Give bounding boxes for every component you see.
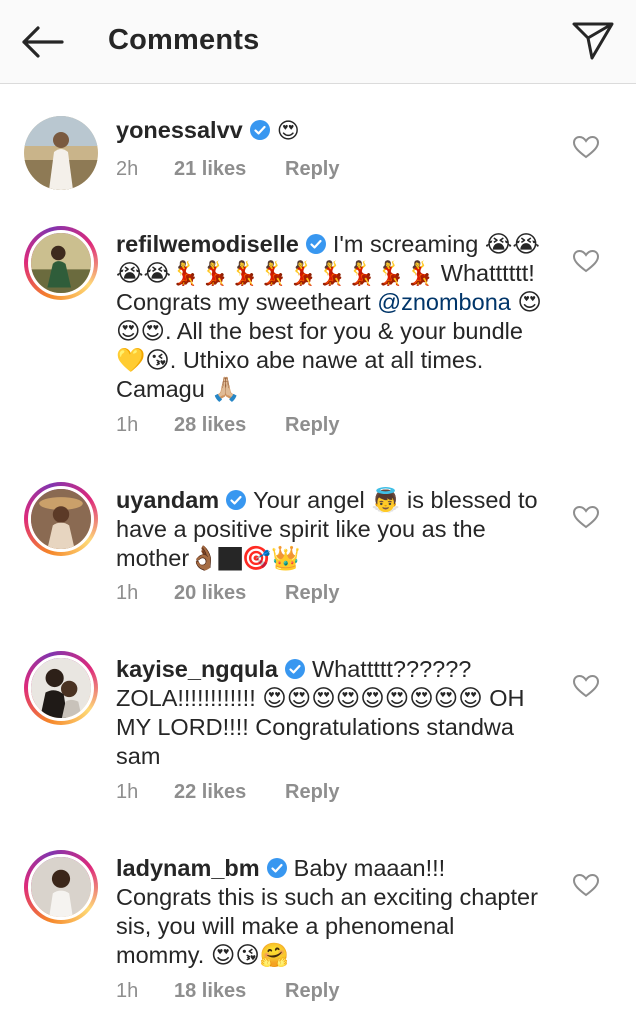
comment-body: refilwemodiselle I'm screaming 😭😭😭😭💃💃💃💃💃💃… [116,230,546,404]
timestamp: 1h [116,414,139,436]
username[interactable]: ladynam_bm [116,855,260,881]
heart-outline-icon[interactable] [572,134,600,160]
avatar[interactable] [24,226,98,300]
likes-count[interactable]: 22 likes [174,781,285,804]
comment-body: yonessalvv 😍 [116,116,546,146]
heart-outline-icon[interactable] [572,248,600,274]
avatar[interactable] [24,651,98,725]
likes-count[interactable]: 28 likes [174,414,285,437]
avatar[interactable] [24,116,98,190]
username[interactable]: yonessalvv [116,117,243,143]
verified-badge-icon [266,857,288,879]
username[interactable]: uyandam [116,487,219,513]
comment-body: kayise_ngqula Whattttt?????? ZOLA!!!!!!!!… [116,655,546,771]
comment-meta: 1h 18 likes Reply [116,980,339,1003]
verified-badge-icon [305,233,327,255]
avatar[interactable] [24,850,98,924]
top-bar: Comments [0,0,636,84]
verified-badge-icon [284,658,306,680]
avatar[interactable] [24,482,98,556]
comment-text: 😍 [276,119,300,144]
heart-outline-icon[interactable] [572,504,600,530]
comment-meta: 1h 28 likes Reply [116,414,339,437]
paper-plane-icon[interactable] [566,18,618,64]
reply-button[interactable]: Reply [285,158,339,180]
comment-body: ladynam_bm Baby maaan!!! Congrats this is… [116,854,546,970]
username[interactable]: kayise_ngqula [116,656,278,682]
reply-button[interactable]: Reply [285,781,339,803]
heart-outline-icon[interactable] [572,673,600,699]
timestamp: 1h [116,781,139,803]
comment-meta: 1h 20 likes Reply [116,582,339,605]
reply-button[interactable]: Reply [285,582,339,604]
mention-link[interactable]: @znombona [377,289,511,315]
timestamp: 2h [116,158,139,180]
comment-meta: 1h 22 likes Reply [116,781,339,804]
heart-outline-icon[interactable] [572,872,600,898]
comment-meta: 2h 21 likes Reply [116,158,339,181]
likes-count[interactable]: 21 likes [174,158,285,181]
timestamp: 1h [116,980,139,1002]
timestamp: 1h [116,582,139,604]
verified-badge-icon [249,119,271,141]
page-title: Comments [108,24,260,56]
reply-button[interactable]: Reply [285,414,339,436]
username[interactable]: refilwemodiselle [116,231,299,257]
reply-button[interactable]: Reply [285,980,339,1002]
back-arrow-icon[interactable] [16,20,68,64]
comment-body: uyandam Your angel 👼 is blessed to have a… [116,486,546,573]
likes-count[interactable]: 18 likes [174,980,285,1003]
verified-badge-icon [225,489,247,511]
likes-count[interactable]: 20 likes [174,582,285,605]
